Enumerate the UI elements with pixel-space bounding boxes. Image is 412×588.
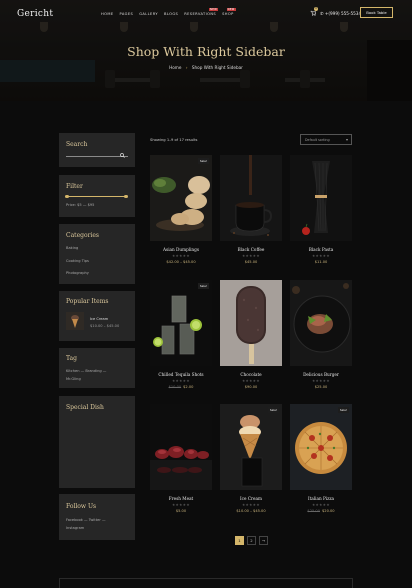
rating-stars: ★★★★★ xyxy=(311,379,331,383)
tag-widget: Tag Kitchen — Branding — Mr.Gling xyxy=(59,348,135,388)
rating-stars: ★★★★★ xyxy=(171,254,191,258)
page-title: Shop With Right Sidebar xyxy=(127,44,285,59)
footer-section xyxy=(59,578,353,588)
sale-badge: Sale! xyxy=(197,158,209,164)
widget-title: Follow Us xyxy=(66,503,97,510)
dumplings-image[interactable]: Sale! xyxy=(150,155,212,241)
product-price: $5.00 xyxy=(175,509,187,513)
cart-icon[interactable] xyxy=(310,10,317,18)
nav-blogs[interactable]: BLOGS xyxy=(164,12,178,16)
tag-link[interactable]: Mr.Gling xyxy=(66,377,81,381)
category-link[interactable]: Photography xyxy=(66,271,89,275)
special-dish-widget: Special Dish xyxy=(59,396,135,488)
filter-widget: Filter Price: $5 — $95 xyxy=(59,175,135,217)
product-name[interactable]: Chilled Tequila Shots xyxy=(150,372,212,377)
main-nav: HOME PAGES GALLERY BLOGS RESERVATIONS NEW… xyxy=(101,8,236,16)
fresh-meat-image[interactable] xyxy=(150,404,212,490)
pagination: 1 2 → xyxy=(235,536,268,545)
site-logo[interactable]: Gericht xyxy=(17,9,53,19)
product-price: $10.00 $2.00 xyxy=(168,385,194,389)
product-price: $45.00 xyxy=(244,260,258,264)
popular-item-name[interactable]: Ice Cream xyxy=(90,317,108,321)
pasta-image[interactable] xyxy=(290,155,352,241)
popular-item-price: $10.00 – $45.00 xyxy=(90,324,120,328)
next-page-arrow-icon[interactable]: → xyxy=(259,536,268,545)
new-badge: NEW xyxy=(226,8,236,11)
product-name[interactable]: Fresh Meat xyxy=(150,496,212,501)
phone-number[interactable]: ✆ +(999) 555-5534 xyxy=(320,11,361,16)
widget-title: Popular Items xyxy=(66,298,109,305)
product-name[interactable]: Black Coffee xyxy=(220,247,282,252)
book-table-button[interactable]: Book Table xyxy=(360,7,393,18)
widget-title: Categories xyxy=(66,232,99,239)
nav-reservations[interactable]: RESERVATIONS NEW xyxy=(184,8,219,16)
pizza-image[interactable]: Sale! xyxy=(290,404,352,490)
product-name[interactable]: Ice Cream xyxy=(220,496,282,501)
widget-title: Filter xyxy=(66,183,83,190)
new-badge: NEW xyxy=(208,8,219,11)
search-input[interactable] xyxy=(66,156,128,157)
sale-badge: Sale! xyxy=(197,283,209,289)
product-name[interactable]: Asian Dumplings xyxy=(150,247,212,252)
product-name[interactable]: Italian Pizza xyxy=(290,496,352,501)
widget-title: Tag xyxy=(66,355,77,362)
rating-stars: ★★★★★ xyxy=(171,503,191,507)
page-2-button[interactable]: 2 xyxy=(247,536,256,545)
price-range-slider[interactable] xyxy=(66,196,126,198)
search-widget: Search xyxy=(59,133,135,167)
sale-badge: Sale! xyxy=(337,407,349,413)
breadcrumb-separator-icon: › xyxy=(185,65,188,70)
social-link-instagram[interactable]: Instagram xyxy=(66,526,84,530)
category-link[interactable]: Baking xyxy=(66,246,78,250)
follow-us-widget: Follow Us Facebook — Twitter — Instagram xyxy=(59,494,135,540)
nav-shop[interactable]: SHOP NEW xyxy=(222,8,236,16)
nav-gallery[interactable]: GALLERY xyxy=(139,12,158,16)
sale-badge: Sale! xyxy=(267,407,279,413)
coffee-image[interactable] xyxy=(220,155,282,241)
search-icon[interactable] xyxy=(120,153,125,160)
product-name[interactable]: Chocolate xyxy=(220,372,282,377)
product-price: $11.00 xyxy=(314,260,328,264)
widget-title: Special Dish xyxy=(66,404,104,411)
nav-pages[interactable]: PAGES xyxy=(120,12,134,16)
ice-cream-image[interactable]: Sale! xyxy=(220,404,282,490)
price-range-label: Price: $5 — $95 xyxy=(66,203,95,207)
tag-links[interactable]: Kitchen — Branding — xyxy=(66,369,106,373)
price-max-handle[interactable] xyxy=(124,194,128,198)
rating-stars: ★★★★★ xyxy=(241,503,261,507)
sort-select[interactable]: Default sorting xyxy=(300,134,352,145)
product-price: $10.00 – $45.00 xyxy=(236,509,266,513)
product-name[interactable]: Black Pasta xyxy=(290,247,352,252)
ice-cream-thumbnail[interactable] xyxy=(66,312,84,330)
breadcrumb-home[interactable]: Home xyxy=(169,65,181,70)
widget-title: Search xyxy=(66,141,88,148)
burger-image[interactable] xyxy=(290,280,352,366)
social-links[interactable]: Facebook — Twitter — xyxy=(66,518,106,522)
category-link[interactable]: Cooking Tips xyxy=(66,259,89,263)
product-price: $25.00 $20.00 xyxy=(307,509,335,513)
popular-items-widget: Popular Items Ice Cream $10.00 – $45.00 xyxy=(59,291,135,341)
rating-stars: ★★★★★ xyxy=(241,379,261,383)
phone-icon: ✆ xyxy=(320,11,324,16)
rating-stars: ★★★★★ xyxy=(171,379,191,383)
categories-widget: Categories Baking Cooking Tips Photograp… xyxy=(59,224,135,284)
page-1-button[interactable]: 1 xyxy=(235,536,244,545)
nav-home[interactable]: HOME xyxy=(101,12,114,16)
product-price: $25.00 xyxy=(314,385,328,389)
breadcrumb-current: Shop With Right Sidebar xyxy=(191,65,243,70)
product-name[interactable]: Delicious Burger xyxy=(290,372,352,377)
price-min-handle[interactable] xyxy=(65,194,69,198)
product-price: $90.00 xyxy=(244,385,258,389)
rating-stars: ★★★★★ xyxy=(241,254,261,258)
breadcrumb: Home › Shop With Right Sidebar xyxy=(0,65,412,70)
chocolate-popsicle-image[interactable] xyxy=(220,280,282,366)
cart-count-badge: 0 xyxy=(314,7,318,11)
result-count: Showing 1–9 of 17 results xyxy=(150,138,198,142)
product-price: $42.00 – $45.00 xyxy=(166,260,196,264)
rating-stars: ★★★★★ xyxy=(311,254,331,258)
tequila-shots-image[interactable]: Sale! xyxy=(150,280,212,366)
rating-stars: ★★★★★ xyxy=(311,503,331,507)
